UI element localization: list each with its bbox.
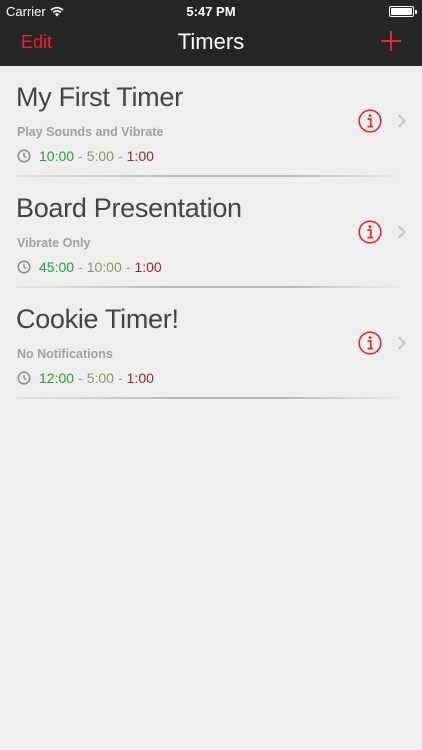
row-divider <box>16 397 406 399</box>
timer-name: Cookie Timer! <box>16 304 179 334</box>
timer-duration: 10:00 <box>39 148 75 164</box>
page-title: Timers <box>177 29 245 54</box>
chevron-right-icon <box>398 336 406 350</box>
timer-notification-mode: No Notifications <box>17 347 113 361</box>
chevron-right-icon <box>398 225 406 239</box>
info-icon[interactable] <box>358 109 382 133</box>
time-separator: - <box>117 148 123 164</box>
timer-times: 45:00 - 10:00 - 1:00 <box>17 259 162 275</box>
timer-final-time: 1:00 <box>134 259 162 275</box>
plus-icon[interactable] <box>381 30 403 52</box>
timer-row[interactable]: My First Timer Play Sounds and Vibrate 1… <box>0 66 422 177</box>
timer-final-time: 1:00 <box>126 148 154 164</box>
timer-notification-mode: Vibrate Only <box>17 236 91 250</box>
clock-icon <box>17 149 31 163</box>
clock-icon <box>17 260 31 274</box>
timer-warning-time: 5:00 <box>86 370 114 386</box>
info-icon[interactable] <box>358 220 382 244</box>
top-bar: Carrier 5:47 PM Edit Timers <box>0 0 422 66</box>
timer-notification-mode: Play Sounds and Vibrate <box>17 125 164 139</box>
time-separator: - <box>78 259 83 275</box>
time-separator: - <box>125 259 131 275</box>
timer-final-time: 1:00 <box>126 370 154 386</box>
battery-icon <box>389 6 417 17</box>
chevron-right-icon <box>398 114 406 128</box>
status-time: 5:47 PM <box>186 4 236 19</box>
time-separator: - <box>78 370 83 386</box>
timer-times: 12:00 - 5:00 - 1:00 <box>17 370 154 386</box>
timer-list: My First Timer Play Sounds and Vibrate 1… <box>0 66 422 399</box>
timer-duration: 45:00 <box>39 259 75 275</box>
time-separator: - <box>78 148 83 164</box>
info-icon[interactable] <box>358 331 382 355</box>
status-bar: Carrier 5:47 PM <box>0 0 422 22</box>
timer-duration: 12:00 <box>39 370 75 386</box>
navigation-bar: Edit Timers <box>0 22 422 66</box>
timer-name: Board Presentation <box>16 193 242 223</box>
timer-row[interactable]: Cookie Timer! No Notifications 12:00 - 5… <box>0 288 422 399</box>
timer-row[interactable]: Board Presentation Vibrate Only 45:00 - … <box>0 177 422 288</box>
clock-icon <box>17 371 31 385</box>
timer-warning-time: 10:00 <box>86 259 122 275</box>
time-separator: - <box>117 370 123 386</box>
timer-name: My First Timer <box>16 82 183 112</box>
timer-times: 10:00 - 5:00 - 1:00 <box>17 148 154 164</box>
timer-warning-time: 5:00 <box>86 148 114 164</box>
